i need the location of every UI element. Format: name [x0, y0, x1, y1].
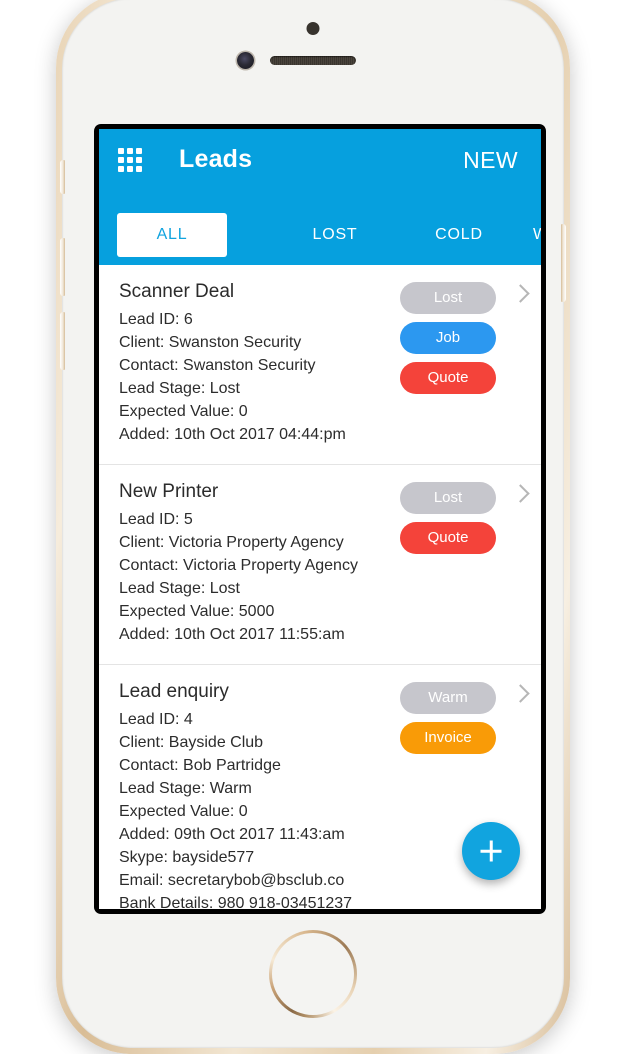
proximity-sensor-icon [307, 22, 320, 35]
lead-actions: Lost Job Quote [400, 282, 496, 394]
lead-field: Expected Value: 0 [119, 800, 521, 823]
create-invoice-button[interactable]: Invoice [400, 722, 496, 754]
front-camera-icon [237, 52, 254, 69]
lead-card[interactable]: New Printer Lead ID: 5 Client: Victoria … [99, 465, 541, 665]
add-lead-fab[interactable] [462, 822, 520, 880]
status-badge: Warm [400, 682, 496, 714]
lead-field: Expected Value: 0 [119, 400, 521, 423]
tab-cold[interactable]: COLD [409, 213, 509, 257]
home-button-ring [269, 930, 357, 1018]
lead-field: Expected Value: 5000 [119, 600, 521, 623]
home-button[interactable] [269, 930, 357, 1018]
create-quote-button[interactable]: Quote [400, 522, 496, 554]
grid-menu-icon[interactable] [118, 148, 142, 172]
mute-switch-button[interactable] [60, 160, 65, 194]
status-badge: Lost [400, 282, 496, 314]
lead-field: Added: 10th Oct 2017 04:44:pm [119, 423, 521, 446]
lead-field: Lead Stage: Lost [119, 577, 521, 600]
status-badge: Lost [400, 482, 496, 514]
phone-screen: Leads NEW ALL LOST COLD WA Scanner Deal … [99, 129, 541, 909]
tab-all[interactable]: ALL [117, 213, 227, 257]
lead-field: Lead Stage: Warm [119, 777, 521, 800]
power-button[interactable] [561, 224, 566, 302]
lead-field: Skype: bayside577 [119, 846, 521, 869]
create-job-button[interactable]: Job [400, 322, 496, 354]
lead-actions: Warm Invoice [400, 682, 496, 754]
phone-device: Leads NEW ALL LOST COLD WA Scanner Deal … [56, 0, 570, 1054]
screen-bezel: Leads NEW ALL LOST COLD WA Scanner Deal … [94, 124, 546, 914]
lead-field: Added: 09th Oct 2017 11:43:am [119, 823, 521, 846]
plus-icon [490, 841, 493, 862]
lead-field: Contact: Victoria Property Agency [119, 554, 521, 577]
page-title: Leads [179, 145, 252, 174]
volume-up-button[interactable] [60, 238, 65, 296]
lead-card[interactable]: Scanner Deal Lead ID: 6 Client: Swanston… [99, 265, 541, 465]
lead-actions: Lost Quote [400, 482, 496, 554]
tab-lost[interactable]: LOST [285, 213, 385, 257]
earpiece-speaker-icon [270, 56, 356, 65]
lead-field: Contact: Bob Partridge [119, 754, 521, 777]
create-quote-button[interactable]: Quote [400, 362, 496, 394]
lead-field: Added: 10th Oct 2017 11:55:am [119, 623, 521, 646]
phone-body: Leads NEW ALL LOST COLD WA Scanner Deal … [62, 0, 564, 1048]
new-lead-button[interactable]: NEW [457, 146, 524, 175]
app-header: Leads NEW [99, 129, 541, 207]
leads-list[interactable]: Scanner Deal Lead ID: 6 Client: Swanston… [99, 265, 541, 909]
lead-field: Bank Details: 980 918-03451237 [119, 892, 521, 909]
lead-field: Email: secretarybob@bsclub.co [119, 869, 521, 892]
tab-warm[interactable]: WA [533, 213, 541, 257]
tab-bar: ALL LOST COLD WA [99, 207, 541, 265]
volume-down-button[interactable] [60, 312, 65, 370]
